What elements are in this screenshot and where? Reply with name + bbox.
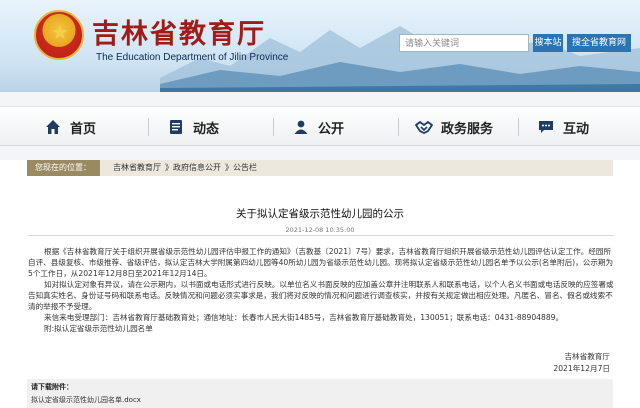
nav-divider (518, 118, 519, 136)
breadcrumb-path: 吉林省教育厅 》政府信息公开 》公告栏 (113, 160, 257, 176)
nav-divider (398, 118, 399, 136)
signature-date: 2021年12月7日 (553, 364, 610, 373)
article-title: 关于拟认定省级示范性幼儿园的公示 (236, 208, 404, 220)
nav-item-label: 互动 (563, 121, 590, 137)
page: ★ 吉林省教育厅 The Education Department of Jil… (0, 0, 640, 408)
attachments-panel: 请下载附件： 拟认定省级示范性幼儿园名单.docx (27, 379, 613, 408)
search-site-button[interactable]: 搜本站 (533, 34, 563, 52)
article-paragraph-2: 如对拟认定对象有异议，请在公示期内，以书面或电话形式进行反映。以单位名义书面反映… (28, 280, 614, 311)
article-paragraph-3: 来信来电受理部门：吉林省教育厅基础教育处；通信地址：长春市人民大街1485号，吉… (44, 313, 564, 322)
breadcrumb-label: 您现在的位置： (27, 160, 100, 176)
site-subtitle: The Education Department of Jilin Provin… (96, 52, 289, 63)
person-icon (292, 118, 310, 136)
attachment-link[interactable]: 拟认定省级示范性幼儿园名单.docx (31, 395, 141, 405)
nav-item-label: 公开 (318, 121, 345, 137)
main-nav: 首页 动态 公开 政务服务 互动 (0, 92, 640, 160)
chat-icon (537, 118, 555, 136)
nav-divider (148, 118, 149, 136)
signature-org: 吉林省教育厅 (564, 352, 610, 361)
nav-item-news[interactable]: 动态 (167, 116, 219, 138)
nav-item-home[interactable]: 首页 (44, 116, 96, 138)
site-title: 吉林省教育厅 (92, 19, 266, 50)
search-all-button[interactable]: 搜全省教育网 (567, 34, 631, 52)
breadcrumb-link-home[interactable]: 吉林省教育厅 (113, 160, 161, 176)
nav-item-interact[interactable]: 互动 (537, 116, 589, 138)
article-paragraph-1: 根据《吉林省教育厅关于组织开展省级示范性幼儿园评估申报工作的通知》（吉教基〔20… (28, 247, 614, 278)
header-banner: ★ 吉林省教育厅 The Education Department of Jil… (0, 0, 640, 92)
nav-item-services[interactable]: 政务服务 (415, 116, 493, 138)
nav-divider (273, 118, 274, 136)
breadcrumb: 您现在的位置： 吉林省教育厅 》政府信息公开 》公告栏 (27, 160, 613, 176)
article-paragraph-4: 附:拟认定省级示范性幼儿园名单 (44, 324, 153, 333)
handshake-icon (415, 118, 433, 136)
attachments-title: 请下载附件： (31, 383, 73, 391)
nav-item-label: 政务服务 (441, 121, 494, 137)
national-emblem-icon: ★ (34, 10, 84, 60)
nav-item-public[interactable]: 公开 (292, 116, 344, 138)
nav-item-label: 首页 (70, 121, 97, 137)
search-input[interactable]: 请输入关键词 (399, 34, 529, 52)
divider (28, 235, 614, 236)
house-icon (44, 118, 62, 136)
nav-item-label: 动态 (193, 121, 220, 137)
breadcrumb-link-gov-info[interactable]: 》政府信息公开 (165, 160, 221, 176)
breadcrumb-link-notice[interactable]: 》公告栏 (225, 160, 257, 176)
document-icon (167, 118, 185, 136)
article-date: 2021-12-08 10:35:00 (285, 226, 355, 234)
